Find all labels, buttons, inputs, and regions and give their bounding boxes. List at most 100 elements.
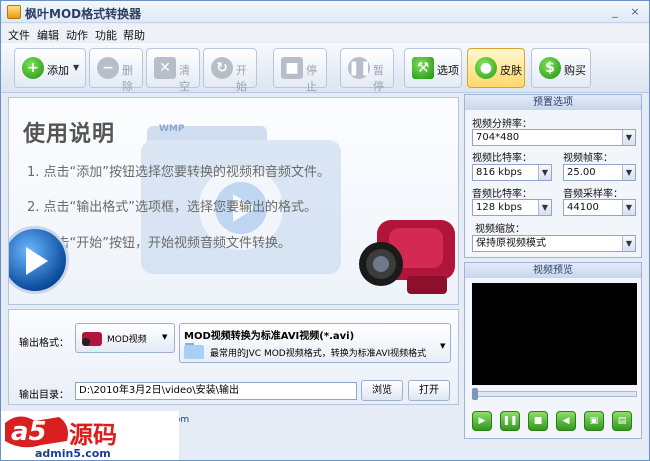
format-label: 输出格式： [19, 338, 69, 349]
pause-preview-button[interactable]: ❚❚ [500, 411, 520, 431]
stop-preview-button[interactable]: ■ [528, 411, 548, 431]
format-title: MOD视频转换为标准AVI视频(*.avi) [184, 331, 355, 342]
chevron-down-icon: ▼ [622, 200, 635, 215]
video-bitrate-label: 视频比特率： [472, 153, 532, 164]
camera-icon: ▣ [589, 416, 599, 426]
pause-icon: ❚❚ [348, 57, 371, 79]
start-label: 开始 [236, 64, 247, 93]
output-dir-input[interactable]: D:\2010年3月2日\video\安装\输出 [75, 382, 357, 400]
folder-badge: WMP [159, 124, 185, 134]
instructions-panel: WMP 使用说明 1. 点击“添加”按钮选择您要转换的视频和音频文件。 2. 点… [8, 97, 459, 305]
pause-button[interactable]: ❚❚ 暂停 [340, 48, 394, 93]
resolution-select[interactable]: 704*480 ▼ [472, 129, 636, 146]
options-label: 选项 [437, 64, 459, 77]
chevron-down-icon: ▼ [622, 165, 635, 180]
add-label: 添加 [47, 64, 69, 77]
chevron-down-icon: ▼ [622, 130, 635, 145]
audio-bitrate-select[interactable]: 128 kbps ▼ [472, 199, 552, 216]
plus-icon: + [22, 57, 44, 79]
framerate-select[interactable]: 25.00 ▼ [563, 164, 636, 181]
samplerate-value: 44100 [567, 202, 599, 213]
resolution-value: 704*480 [476, 132, 520, 143]
video-preview-screen [472, 283, 637, 385]
minimize-button[interactable]: _ [607, 5, 623, 19]
stop-icon: ■ [533, 416, 543, 426]
format-value: MOD视频 [107, 335, 147, 345]
menu-edit[interactable]: 编辑 [37, 27, 59, 43]
camcorder-icon [359, 220, 455, 294]
pause-icon: ❚❚ [502, 416, 518, 426]
seek-handle[interactable] [472, 388, 478, 400]
watermark-logo-mark: a5 [11, 417, 47, 447]
instruction-line-2: 2. 点击“输出格式”选项框，选择您要输出的格式。 [27, 200, 318, 215]
open-button[interactable]: 打开 [408, 380, 450, 401]
scale-select[interactable]: 保持原视频模式 ▼ [472, 235, 636, 252]
menu-help[interactable]: 帮助 [123, 27, 145, 43]
watermark-site: admin5.com [35, 447, 111, 460]
camcorder-icon [82, 332, 102, 346]
output-panel: 输出格式： MOD视频 ▼ MOD视频转换为标准AVI视频(*.avi) 最常用… [8, 309, 459, 405]
refresh-icon: ↻ [211, 57, 233, 79]
video-bitrate-value: 816 kbps [476, 167, 522, 178]
format-desc-text: 最常用的JVC MOD视频格式，转换为标准AVI视频格式 [210, 349, 427, 359]
menu-function[interactable]: 功能 [95, 27, 117, 43]
skin-button[interactable]: ● 皮肤 [467, 48, 525, 88]
stop-icon: ■ [281, 57, 303, 79]
chevron-down-icon[interactable]: ▼ [73, 63, 79, 72]
buy-button[interactable]: $ 购买 [531, 48, 591, 88]
tools-icon: ⚒ [412, 57, 434, 79]
toolbar: + 添加 ▼ − 删除 ✕ 清空 ↻ 开始 ■ 停止 ❚❚ 暂停 ⚒ 选项 ● [1, 43, 649, 93]
preview-panel: 视频预览 ▶ ❚❚ ■ ◀ ▣ ▤ [464, 262, 642, 439]
presets-panel: 预置选项 视频分辨率： 704*480 ▼ 视频比特率： 视频帧率： 816 k… [464, 94, 642, 258]
delete-button[interactable]: − 删除 [89, 48, 143, 93]
format-description[interactable]: MOD视频转换为标准AVI视频(*.avi) 最常用的JVC MOD视频格式，转… [179, 323, 451, 363]
app-icon [7, 5, 21, 19]
samplerate-label: 音频采样率： [563, 189, 623, 200]
clear-label: 清空 [179, 64, 190, 93]
app-window: 枫叶MOD格式转换器 _ × 文件 编辑 动作 功能 帮助 + 添加 ▼ − 删… [0, 0, 650, 461]
menu-bar: 文件 编辑 动作 功能 帮助 [1, 24, 649, 42]
video-bitrate-select[interactable]: 816 kbps ▼ [472, 164, 552, 181]
buy-label: 购买 [564, 64, 586, 77]
pause-label: 暂停 [373, 64, 384, 93]
snapshot-button[interactable]: ▣ [584, 411, 604, 431]
menu-action[interactable]: 动作 [66, 27, 88, 43]
stop-label: 停止 [306, 64, 317, 93]
cart-icon: $ [539, 57, 561, 79]
delete-label: 删除 [122, 64, 133, 93]
close-button[interactable]: × [627, 5, 643, 19]
framerate-value: 25.00 [567, 167, 596, 178]
minus-icon: − [97, 57, 119, 79]
open-folder-button[interactable]: ▤ [612, 411, 632, 431]
folder-icon [184, 343, 204, 359]
preview-header: 视频预览 [465, 263, 641, 278]
chevron-down-icon: ▼ [440, 342, 446, 350]
instruction-line-1: 1. 点击“添加”按钮选择您要转换的视频和音频文件。 [27, 165, 331, 180]
skin-label: 皮肤 [500, 64, 522, 77]
resolution-label: 视频分辨率： [472, 119, 532, 130]
browse-button[interactable]: 浏览 [361, 380, 403, 401]
scale-value: 保持原视频模式 [476, 238, 546, 249]
options-button[interactable]: ⚒ 选项 [404, 48, 462, 88]
samplerate-select[interactable]: 44100 ▼ [563, 199, 636, 216]
chevron-down-icon: ▼ [622, 236, 635, 251]
menu-file[interactable]: 文件 [8, 27, 30, 43]
presets-header: 预置选项 [465, 95, 641, 110]
watermark-brand: 源码 [69, 421, 117, 449]
output-dir-label: 输出目录： [19, 390, 69, 401]
format-select[interactable]: MOD视频 ▼ [75, 323, 175, 353]
clear-button[interactable]: ✕ 清空 [146, 48, 200, 93]
audio-bitrate-value: 128 kbps [476, 202, 522, 213]
apple-icon: ● [475, 57, 497, 79]
instructions-title: 使用说明 [23, 122, 116, 147]
add-button[interactable]: + 添加 ▼ [14, 48, 86, 88]
stop-button[interactable]: ■ 停止 [273, 48, 327, 93]
play-disc-icon [9, 226, 69, 294]
clear-icon: ✕ [154, 57, 176, 79]
prev-frame-button[interactable]: ◀ [556, 411, 576, 431]
play-button[interactable]: ▶ [472, 411, 492, 431]
title-bar: 枫叶MOD格式转换器 _ × [1, 1, 649, 23]
seek-slider[interactable] [472, 388, 637, 400]
folder-icon: ▤ [617, 416, 627, 426]
start-button[interactable]: ↻ 开始 [203, 48, 257, 93]
